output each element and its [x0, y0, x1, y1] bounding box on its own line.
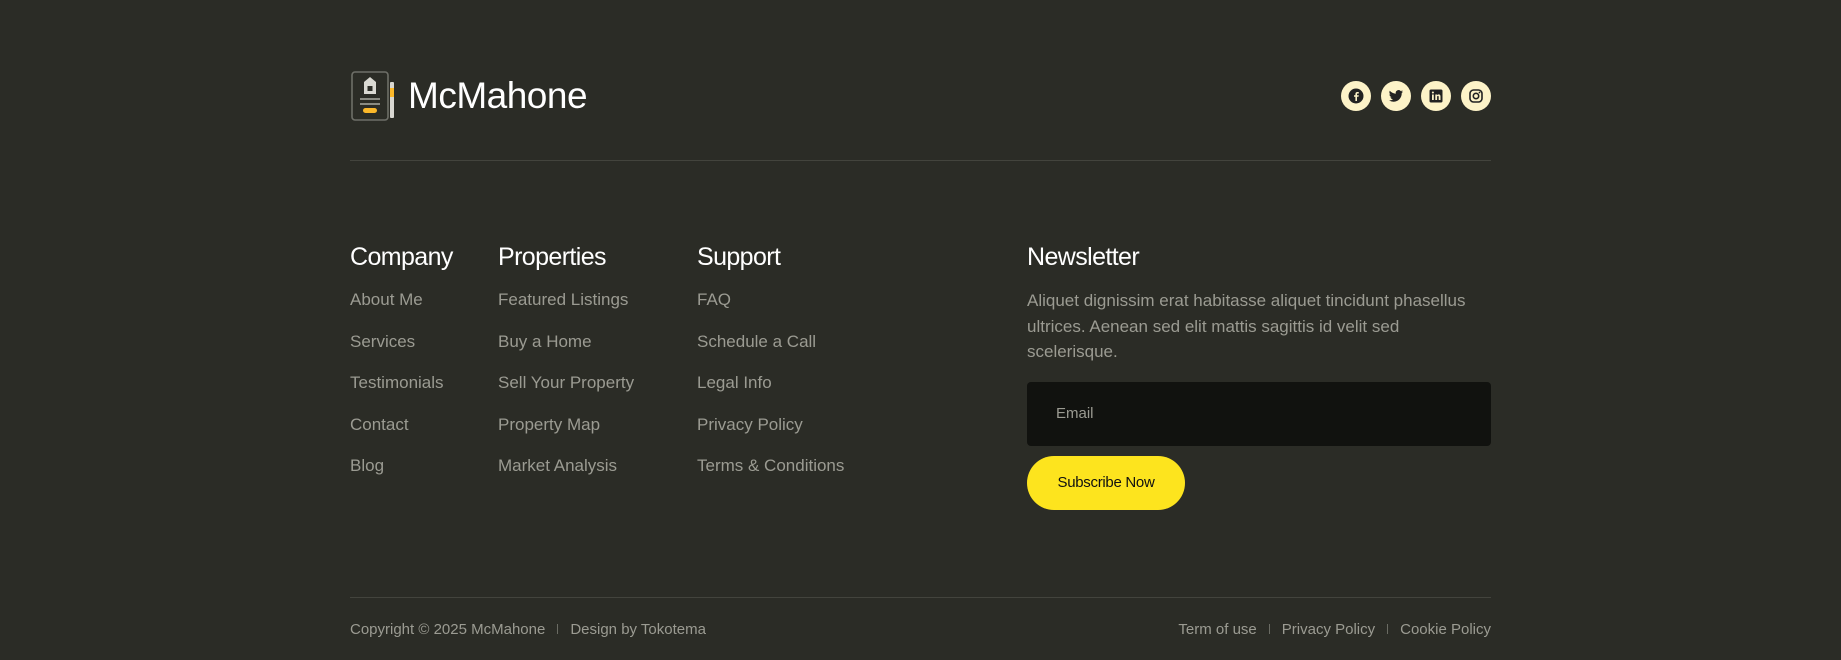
legal-links: Term of use Privacy Policy Cookie Policy — [1178, 621, 1491, 638]
company-heading: Company — [350, 243, 453, 271]
company-links: About Me Services Testimonials Contact B… — [350, 288, 453, 496]
separator — [1387, 624, 1389, 634]
email-field-container — [1027, 381, 1491, 446]
linkedin-icon — [1429, 89, 1443, 103]
top-divider — [350, 160, 1491, 161]
link-testimonials[interactable]: Testimonials — [350, 371, 453, 413]
subscribe-button[interactable]: Subscribe Now — [1027, 455, 1185, 510]
newsletter-column: Newsletter Aliquet dignissim erat habita… — [1027, 242, 1491, 510]
properties-column: Properties Featured Listings Buy a Home … — [498, 242, 634, 496]
bottom-divider — [350, 597, 1491, 598]
support-column: Support FAQ Schedule a Call Legal Info P… — [697, 242, 844, 496]
notary-document-pen-icon — [351, 71, 394, 121]
link-privacy-policy[interactable]: Privacy Policy — [697, 413, 844, 455]
brand[interactable]: McMahone — [350, 70, 588, 122]
linkedin-link[interactable] — [1421, 81, 1451, 111]
link-buy-a-home[interactable]: Buy a Home — [498, 330, 634, 372]
link-sell-your-property[interactable]: Sell Your Property — [498, 371, 634, 413]
link-featured-listings[interactable]: Featured Listings — [498, 288, 634, 330]
brand-name: McMahone — [408, 75, 588, 116]
instagram-link[interactable] — [1461, 81, 1491, 111]
link-faq[interactable]: FAQ — [697, 288, 844, 330]
link-market-analysis[interactable]: Market Analysis — [498, 454, 634, 496]
site-footer: McMahone Company About Me Services Testi… — [0, 0, 1841, 660]
support-heading: Support — [697, 243, 781, 271]
twitter-link[interactable] — [1381, 81, 1411, 111]
footer-topbar: McMahone — [350, 70, 1491, 122]
twitter-icon — [1389, 90, 1403, 102]
link-bottom-privacy-policy[interactable]: Privacy Policy — [1282, 621, 1375, 638]
properties-links: Featured Listings Buy a Home Sell Your P… — [498, 288, 634, 496]
design-credit[interactable]: Design by Tokotema — [570, 621, 706, 638]
link-term-of-use[interactable]: Term of use — [1178, 621, 1256, 638]
copyright-text: Copyright © 2025 McMahone — [350, 620, 546, 638]
support-links: FAQ Schedule a Call Legal Info Privacy P… — [697, 288, 844, 496]
footer-bottombar: Copyright © 2025 McMahone Design by Toko… — [350, 619, 1491, 639]
newsletter-text: Aliquet dignissim erat habitasse aliquet… — [1027, 291, 1466, 361]
credits: Copyright © 2025 McMahone Design by Toko… — [350, 621, 706, 638]
link-about-me[interactable]: About Me — [350, 288, 453, 330]
link-schedule-a-call[interactable]: Schedule a Call — [697, 330, 844, 372]
link-cookie-policy[interactable]: Cookie Policy — [1400, 621, 1491, 638]
link-blog[interactable]: Blog — [350, 454, 453, 496]
properties-heading: Properties — [498, 243, 607, 271]
link-property-map[interactable]: Property Map — [498, 413, 634, 455]
facebook-link[interactable] — [1341, 81, 1371, 111]
separator — [557, 624, 559, 634]
link-services[interactable]: Services — [350, 330, 453, 372]
link-contact[interactable]: Contact — [350, 413, 453, 455]
social-links — [1341, 81, 1491, 111]
company-column: Company About Me Services Testimonials C… — [350, 242, 453, 496]
link-legal-info[interactable]: Legal Info — [697, 371, 844, 413]
facebook-icon — [1348, 88, 1364, 104]
separator — [1268, 624, 1270, 634]
instagram-icon — [1469, 89, 1483, 103]
email-input[interactable] — [1056, 405, 1491, 422]
link-terms-conditions[interactable]: Terms & Conditions — [697, 454, 844, 496]
newsletter-heading: Newsletter — [1027, 243, 1140, 271]
